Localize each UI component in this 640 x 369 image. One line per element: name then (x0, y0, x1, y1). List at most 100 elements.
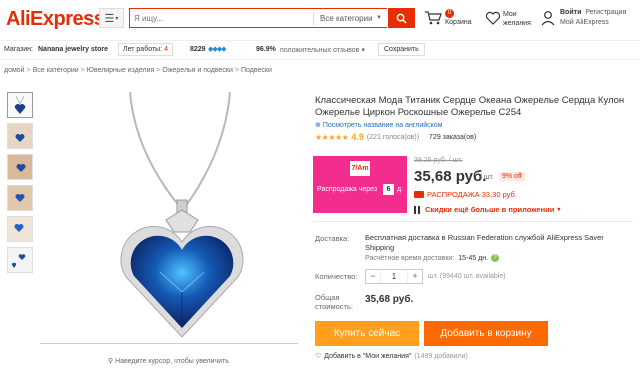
product-title: Классическая Мода Титаник Сердце Океана … (315, 95, 625, 118)
delivery-time: Расчётное время доставки: 15-45 дн. ? (365, 254, 500, 262)
shipping-label: Доставка: (315, 234, 350, 243)
breadcrumb-item[interactable]: Ювелирные изделия (87, 67, 155, 74)
cart-label: Корзина (445, 19, 472, 26)
store-years-value: 4 (164, 46, 168, 53)
old-price-value: 39,25 руб. (414, 157, 447, 164)
cart-icon (425, 11, 442, 25)
buy-now-button[interactable]: Купить сейчас (315, 321, 419, 346)
translate-title-link[interactable]: ⊕ Посмотреть название на английском (315, 121, 443, 129)
breadcrumb: домой > Все категории > Ювелирные изделия > Ож… (4, 67, 272, 74)
wishlist-label: Мои желания (503, 11, 531, 27)
store-score: 8229 (190, 46, 206, 53)
sale-price-text: РАСПРОДАЖА 33,30 руб. (427, 190, 517, 199)
divider (313, 221, 633, 222)
signin-link[interactable]: Войти (560, 9, 581, 16)
store-years-badge: Лет работы: 4 (118, 43, 173, 56)
quantity-label: Количество: (315, 272, 358, 281)
app-discount-link[interactable]: Скидки ещё больше в приложении ▾ (414, 205, 560, 214)
quantity-decrease-button[interactable]: − (366, 270, 380, 283)
chevron-down-icon: ▾ (115, 15, 119, 22)
main-product-image[interactable] (40, 92, 298, 344)
add-to-cart-button[interactable]: Добавить в корзину (424, 321, 548, 346)
search-category-label: Все категории (320, 14, 373, 23)
search-button[interactable] (388, 8, 415, 28)
promo-days-counter: 6 (383, 184, 394, 195)
breadcrumb-item[interactable]: Ожерелья и подвески (162, 67, 233, 74)
thumbnail-list (7, 92, 35, 278)
store-years-label: Лет работы: (123, 46, 163, 53)
store-feedback-text: положительных отзывов (280, 47, 360, 54)
zoom-hint: ⚲ Наведите курсор, чтобы увеличить (108, 357, 229, 365)
breadcrumb-separator: > (80, 67, 85, 74)
chevron-down-icon: ▼ (376, 15, 382, 21)
sale-price-row: РАСПРОДАЖА 33,30 руб. (414, 190, 517, 199)
shipping-text: Бесплатная доставка в Russian Federation… (365, 233, 604, 252)
store-positive-pct: 96.9% (256, 46, 276, 53)
orders-count: 729 заказа(ов) (429, 133, 477, 141)
rating-value: 4.9 (351, 132, 364, 142)
chevron-down-icon: ▾ (557, 207, 561, 213)
sale-tag-icon (414, 191, 424, 198)
promo-days-suffix: д. (397, 186, 404, 193)
old-price: 39,25 руб. / шт. (414, 157, 463, 164)
store-bar: Магазин: Nanana jewelry store Лет работы… (0, 40, 640, 60)
heart-icon: ♡ (315, 353, 322, 360)
search-category-select[interactable]: Все категории ▼ (313, 12, 385, 25)
cart-link[interactable]: 0 Корзина (424, 8, 480, 30)
rating-row: ★★★★★ 4.9 (221 голоса(ов)) 729 заказа(ов… (315, 132, 476, 142)
wishlist-link[interactable]: Мои желания (485, 8, 537, 30)
quantity-stepper: − 1 + (365, 269, 423, 284)
add-to-wishlist-link[interactable]: ♡ Добавить в "Мои желания" (1489 добавил… (315, 352, 468, 361)
account-links: Войти Регистрация (560, 9, 626, 16)
zoom-hint-text: Наведите курсор, чтобы увеличить (115, 358, 229, 365)
thumbnail[interactable] (7, 123, 33, 149)
search-icon (396, 13, 407, 24)
breadcrumb-separator: > (234, 67, 239, 74)
wishlist-add-text: Добавить в "Мои желания" (324, 352, 412, 360)
chevron-down-icon: ▾ (361, 47, 365, 54)
breadcrumb-item[interactable]: домой (4, 67, 25, 74)
delivery-time-label: Расчётное время доставки: (365, 254, 455, 262)
user-icon (541, 11, 555, 26)
aliexpress-logo[interactable]: AliExpress (6, 8, 105, 31)
translate-link-text: Посмотреть название на английском (322, 122, 443, 129)
thumbnail[interactable] (7, 247, 33, 273)
save-store-button[interactable]: Сохранить (378, 43, 425, 56)
breadcrumb-item[interactable]: Все категории (33, 67, 79, 74)
translate-icon: ⊕ (315, 122, 323, 129)
breadcrumb-separator: > (26, 67, 31, 74)
price-unit: / шт. (480, 174, 494, 181)
discount-badge: 9% off (499, 172, 525, 181)
info-icon[interactable]: ? (491, 254, 500, 262)
thumbnail[interactable] (7, 185, 33, 211)
qr-code-icon (414, 205, 422, 214)
menu-icon: ☰ (104, 12, 115, 25)
header: AliExpress ☰▾ Все категории ▼ 0 Корзина … (0, 0, 640, 38)
quantity-input[interactable]: 1 (380, 270, 408, 283)
store-name-link[interactable]: Nanana jewelry store (38, 46, 108, 53)
app-discount-text: Скидки ещё больше в приложении (425, 205, 555, 214)
wishlist-count: (1489 добавили) (414, 352, 468, 360)
delivery-time-value: 15-45 дн. (458, 254, 489, 262)
promo-logo: 7/Am (350, 161, 370, 176)
cart-count-badge: 0 (445, 9, 455, 18)
total-price: 35,68 руб. (365, 294, 414, 305)
my-aliexpress-link[interactable]: Мой AliExpress (560, 19, 609, 26)
diamond-rating-icon: ◆◆◆◆ (208, 46, 227, 53)
store-label: Магазин: (4, 46, 33, 53)
account-menu[interactable]: Войти Регистрация Мой AliExpress (541, 8, 637, 30)
category-menu-button[interactable]: ☰ ▾ (99, 8, 124, 28)
store-feedback-dropdown[interactable]: положительных отзывов ▾ (280, 46, 365, 54)
thumbnail[interactable] (7, 154, 33, 180)
quantity-available: шт. (99440 шт. available) (428, 273, 506, 280)
current-price: 35,68 руб. (414, 168, 487, 185)
breadcrumb-item: Подвески (241, 67, 272, 74)
quantity-increase-button[interactable]: + (408, 270, 422, 283)
rating-votes-link[interactable]: (221 голоса(ов)) (367, 134, 419, 141)
thumbnail[interactable] (7, 92, 33, 118)
thumbnail[interactable] (7, 216, 33, 242)
register-link[interactable]: Регистрация (585, 9, 626, 16)
search-input[interactable] (134, 12, 304, 25)
total-label: Общая стоимость: (315, 293, 353, 311)
promo-text: Распродажа через (317, 186, 378, 193)
